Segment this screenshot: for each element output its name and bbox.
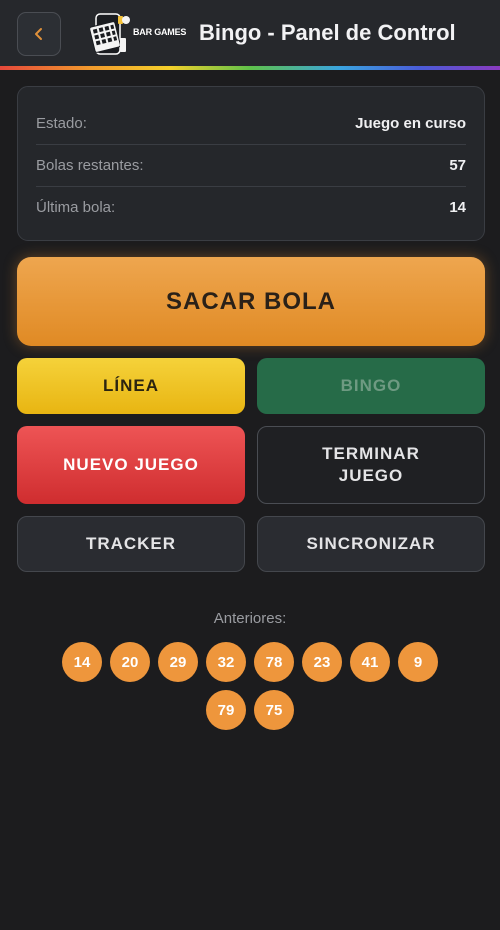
end-game-button[interactable]: TERMINAR JUEGO (257, 426, 485, 504)
sync-button[interactable]: SINCRONIZAR (257, 516, 485, 572)
status-row-last-ball: Última bola: 14 (36, 186, 466, 228)
top-bar: BAR GAMES Bingo - Panel de Control (0, 0, 500, 66)
status-value: 57 (449, 157, 466, 174)
previous-ball: 9 (398, 642, 438, 682)
previous-ball: 79 (206, 690, 246, 730)
status-label: Estado: (36, 114, 87, 132)
previous-ball: 32 (206, 642, 246, 682)
previous-ball: 78 (254, 642, 294, 682)
status-value: 14 (449, 199, 466, 216)
previous-ball: 29 (158, 642, 198, 682)
back-button[interactable] (17, 12, 61, 56)
page-title: Bingo - Panel de Control (199, 20, 456, 45)
tracker-button[interactable]: TRACKER (17, 516, 245, 572)
line-button[interactable]: LÍNEA (17, 358, 245, 414)
status-row-remaining: Bolas restantes: 57 (36, 144, 466, 186)
previous-ball: 14 (62, 642, 102, 682)
previous-ball: 23 (302, 642, 342, 682)
new-game-button[interactable]: NUEVO JUEGO (17, 426, 245, 504)
rainbow-divider (0, 66, 500, 70)
status-card: Estado: Juego en curso Bolas restantes: … (17, 86, 485, 241)
status-value: Juego en curso (355, 114, 466, 132)
previous-balls-label: Anteriores: (213, 610, 287, 627)
draw-ball-button[interactable]: SACAR BOLA (17, 257, 485, 346)
previous-ball: 75 (254, 690, 294, 730)
status-label: Bolas restantes: (36, 157, 144, 174)
chevron-left-icon (35, 28, 42, 40)
previous-balls-list: 14 20 29 32 78 23 41 9 79 75 (55, 642, 445, 730)
status-label: Última bola: (36, 199, 116, 216)
previous-ball: 41 (350, 642, 390, 682)
bingo-button[interactable]: BINGO (257, 358, 485, 414)
logo-text: BAR GAMES (133, 27, 187, 37)
status-row-state: Estado: Juego en curso (36, 102, 466, 144)
previous-ball: 20 (110, 642, 150, 682)
